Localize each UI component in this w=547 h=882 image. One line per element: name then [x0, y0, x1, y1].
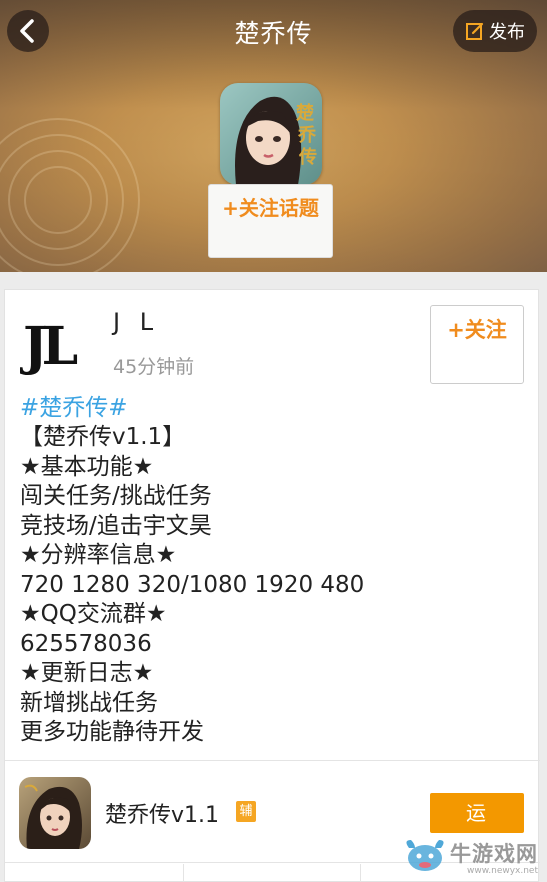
follow-topic-button[interactable]: +关注话题 [208, 184, 333, 258]
game-icon: 楚 乔 传 [220, 83, 322, 185]
app-icon [19, 777, 91, 849]
app-name: 楚乔传v1.1 [105, 803, 220, 828]
post-line: 闯关任务/挑战任务 [20, 483, 212, 509]
post-line: ★更新日志★ [20, 660, 154, 686]
publish-label: 发布 [489, 22, 525, 43]
post-line: 720 1280 320/1080 1920 480 [20, 571, 365, 598]
follow-user-button[interactable]: +关注 [430, 305, 524, 384]
app-badge: 辅 [236, 801, 256, 822]
post-line: ★基本功能★ [20, 453, 154, 480]
publish-button[interactable]: 发布 [453, 10, 537, 52]
post-line: 竞技场/追击宇文昊 [20, 512, 212, 539]
post-line: ★QQ交流群★ [20, 601, 167, 627]
follow-user-label: +关注 [447, 318, 507, 342]
action-separator [183, 864, 184, 882]
post-line: ★分辨率信息★ [20, 542, 177, 568]
username[interactable]: J L [113, 308, 159, 336]
avatar[interactable]: JL [20, 302, 98, 380]
post-line: 【楚乔传v1.1】 [20, 424, 186, 450]
post-line: 新增挑战任务 [20, 689, 158, 716]
svg-text:乔: 乔 [297, 125, 317, 146]
edit-icon [466, 22, 484, 40]
topic-tag-link[interactable]: #楚乔传# [20, 394, 525, 423]
run-button[interactable]: 运 [430, 793, 524, 833]
svg-text:楚: 楚 [296, 102, 314, 124]
svg-text:JL: JL [20, 316, 78, 377]
post-line: 更多功能静待开发 [20, 719, 204, 745]
svg-text:传: 传 [298, 146, 317, 168]
watermark-url: www.newyx.net [467, 866, 539, 876]
topic-header: 楚乔传 发布 楚 乔 传 +关注话题 [0, 0, 547, 272]
post-card: JL J L 45分钟前 +关注 #楚乔传# 【楚乔传v1.1】 ★基本功能★ … [4, 289, 540, 882]
post-time: 45分钟前 [113, 356, 195, 378]
post-line: 625578036 [20, 630, 152, 657]
post-content: #楚乔传# 【楚乔传v1.1】 ★基本功能★ 闯关任务/挑战任务 竞技场/追击宇… [20, 394, 525, 748]
action-separator [360, 864, 361, 882]
watermark-brand: 牛游戏网 [450, 842, 538, 866]
